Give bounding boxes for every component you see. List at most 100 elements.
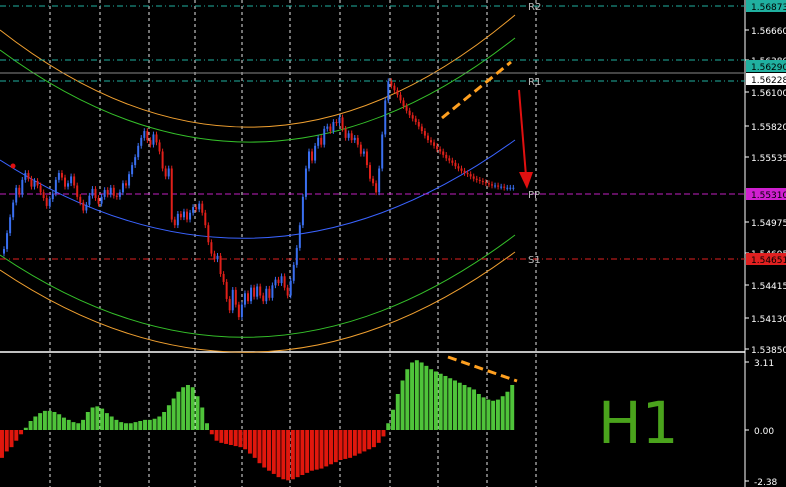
candle-body (67, 183, 70, 187)
candle-body (24, 173, 27, 180)
candle-body (500, 186, 503, 188)
price-tick-label: 1.56660 (751, 27, 786, 37)
hist-bar (448, 378, 453, 430)
candle-body (442, 151, 445, 155)
hist-bar (138, 420, 143, 430)
candle-body (509, 187, 512, 189)
candle-body (393, 85, 396, 91)
tag-current: 1.56290 (751, 63, 786, 73)
candle-body (494, 185, 497, 187)
hist-bar (443, 375, 448, 430)
pivot-label-pp: PP (528, 190, 540, 201)
hist-bar (123, 423, 128, 430)
hist-bar (367, 430, 372, 450)
candle-body (286, 287, 289, 296)
candle-body (27, 173, 30, 179)
candle-body (335, 121, 338, 124)
hist-bar (157, 416, 162, 430)
candle-body (295, 247, 298, 265)
hist-bar (457, 382, 462, 430)
down-arrow-head (519, 172, 533, 189)
candle-body (33, 180, 36, 187)
hist-bar (352, 430, 357, 456)
candle-body (54, 179, 57, 194)
hist-bar (386, 423, 391, 430)
hist-bar (500, 396, 505, 430)
hist-bar (100, 408, 105, 430)
candle-body (176, 213, 179, 226)
candle-body (387, 81, 390, 101)
candle-body (115, 195, 118, 197)
candle-body (100, 196, 103, 204)
hist-bar (200, 407, 205, 430)
hist-bar (252, 430, 257, 458)
candle-body (314, 145, 317, 161)
candle-body (6, 233, 9, 250)
hist-bar (104, 413, 109, 430)
hist-bar (400, 380, 405, 430)
candle-body (475, 178, 478, 180)
hist-bar (314, 430, 319, 470)
candle-body (253, 287, 256, 297)
candle-body (210, 242, 213, 254)
candle-body (45, 197, 48, 206)
candle-body (97, 197, 100, 204)
candle-body (57, 173, 60, 180)
candle-body (460, 168, 463, 171)
candle-body (182, 211, 185, 218)
indicator-trendline (447, 355, 518, 383)
hist-bar (243, 430, 248, 450)
hist-bar (295, 430, 300, 478)
candle-body (423, 131, 426, 136)
hist-bar (467, 387, 472, 430)
hist-bar (81, 419, 86, 430)
candle-body (195, 207, 198, 210)
candle-body (341, 117, 344, 129)
candle-body (448, 158, 451, 161)
candle-body (21, 179, 24, 195)
tag-r2: 1.56873 (751, 3, 786, 13)
hist-bar (472, 389, 477, 430)
price-tick-label: 1.54975 (751, 219, 786, 229)
timeframe-label: H1 (598, 389, 679, 457)
hist-bar (290, 430, 295, 480)
hist-bar (305, 430, 310, 473)
candle-body (222, 273, 225, 282)
hist-bar (319, 430, 324, 469)
indicator-tick-label: 3.11 (754, 359, 774, 369)
candle-body (256, 286, 259, 297)
candle-body (445, 154, 448, 159)
hist-bar (262, 430, 267, 468)
hist-bar (505, 391, 510, 430)
candle-body (259, 286, 262, 296)
price-axis: 1.566601.563801.561001.558201.555351.549… (745, 0, 786, 487)
candle-body (420, 126, 423, 132)
candle-body (164, 168, 167, 177)
candle-body (161, 151, 164, 169)
hist-bar (405, 369, 410, 430)
candle-body (396, 90, 399, 95)
chart-svg: R2R1PPS1 1.566601.563801.561001.558201.5… (0, 0, 786, 487)
hist-bar (429, 369, 434, 430)
candle-body (311, 151, 314, 161)
candle-body (76, 185, 79, 197)
candle-body (472, 176, 475, 179)
hist-bar (376, 430, 381, 443)
candle-body (103, 190, 106, 197)
candle-body (189, 212, 192, 220)
candle-body (390, 81, 393, 86)
indicator-tick-label: 0.00 (754, 427, 774, 437)
hist-bar (185, 384, 190, 430)
hist-bar (362, 430, 367, 452)
hist-bar (23, 427, 28, 430)
price-tick-label: 1.56100 (751, 89, 786, 99)
candle-body (48, 199, 51, 206)
price-tick-label: 1.55535 (751, 154, 786, 164)
candle-body (417, 121, 420, 127)
candle-body (457, 166, 460, 169)
hist-bar (395, 393, 400, 430)
candle-body (82, 202, 85, 211)
hist-bar (419, 362, 424, 430)
oscillator-histogram (0, 360, 515, 481)
hist-bar (76, 423, 81, 430)
